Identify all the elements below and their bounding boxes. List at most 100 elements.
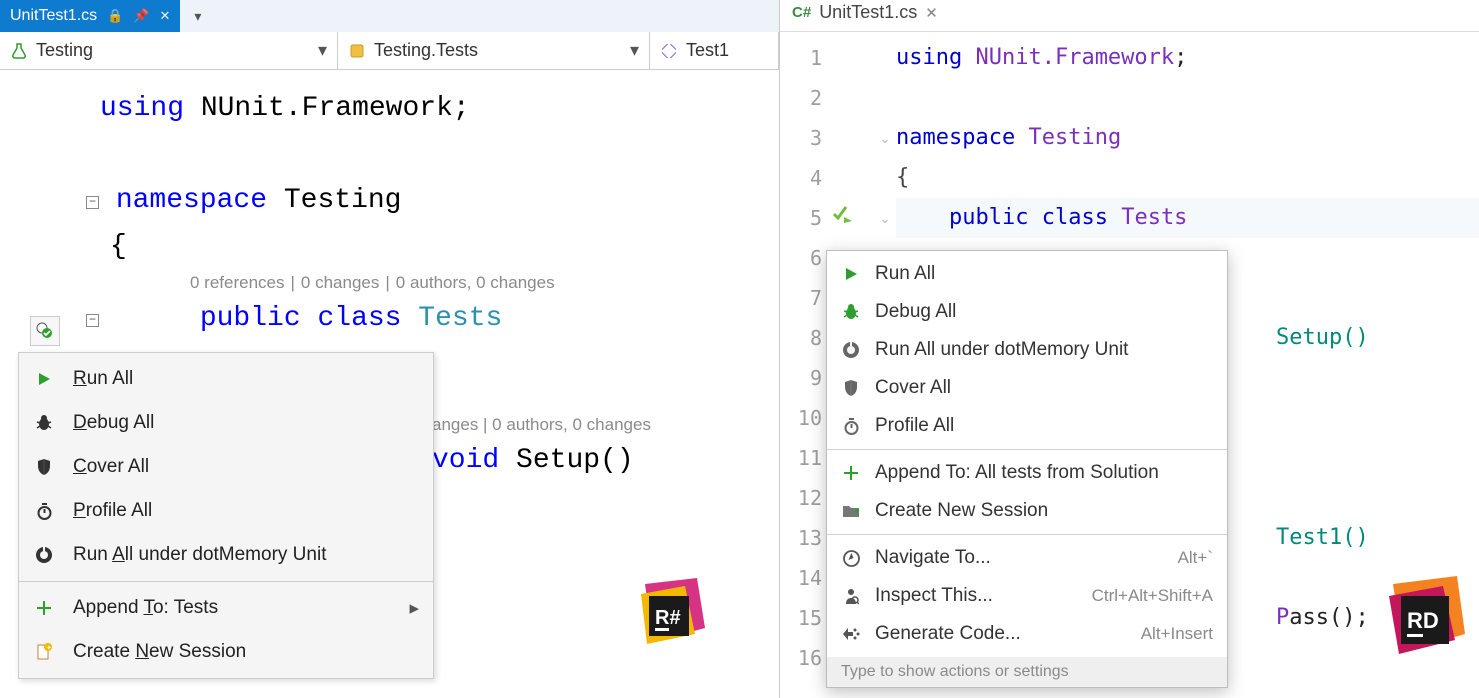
class-icon bbox=[348, 42, 366, 60]
identifier: Testing bbox=[284, 185, 402, 216]
line-number: 4 bbox=[780, 158, 822, 198]
identifier: Framework bbox=[302, 93, 453, 124]
fold-toggle[interactable]: − bbox=[86, 196, 99, 209]
method-icon bbox=[660, 42, 678, 60]
svg-text:R#: R# bbox=[655, 607, 681, 629]
gen-icon bbox=[841, 626, 861, 642]
line-number: 14 bbox=[780, 558, 822, 598]
plus-icon bbox=[33, 600, 55, 616]
menu-item-label: Append To: All tests from Solution bbox=[875, 462, 1159, 484]
menu-item[interactable]: Run All bbox=[19, 357, 433, 401]
popup-hint: Type to show actions or settings bbox=[827, 657, 1227, 687]
shield-icon bbox=[841, 379, 861, 397]
breadcrumb-project[interactable]: Testing ▾ bbox=[0, 32, 338, 69]
breadcrumb-class[interactable]: Testing.Tests ▾ bbox=[338, 32, 650, 69]
folder-icon bbox=[841, 503, 861, 519]
menu-item[interactable]: Profile All bbox=[827, 407, 1227, 445]
tab-active[interactable]: UnitTest1.cs 🔒 📌 ✕ bbox=[0, 0, 180, 32]
fold-toggle[interactable]: − bbox=[86, 314, 99, 327]
line-number: 11 bbox=[780, 438, 822, 478]
menu-item[interactable]: Run All under dotMemory Unit bbox=[827, 331, 1227, 369]
line-number: 13 bbox=[780, 518, 822, 558]
inspect-icon bbox=[841, 587, 861, 605]
fold-toggle[interactable]: ⌄ bbox=[874, 118, 896, 158]
lock-icon: 🔒 bbox=[107, 8, 123, 24]
keyboard-shortcut: Ctrl+Alt+Shift+A bbox=[1092, 586, 1213, 606]
menu-item-label: Run All bbox=[73, 368, 133, 390]
identifier: NUnit bbox=[201, 93, 285, 124]
tab-overflow[interactable]: ▾ bbox=[180, 0, 215, 32]
keyword: namespace bbox=[116, 185, 267, 216]
line-number: 6 bbox=[780, 238, 822, 278]
test-context-menu: Run All Debug All Cover All Profile All Run … bbox=[18, 352, 434, 679]
line-number: 12 bbox=[780, 478, 822, 518]
test-run-icon[interactable] bbox=[832, 198, 854, 238]
menu-item-label: Profile All bbox=[73, 500, 152, 522]
menu-item[interactable]: Cover All bbox=[827, 369, 1227, 407]
tab-bar: C# UnitTest1.cs ✕ bbox=[780, 0, 1479, 32]
action-popup: Run All Debug All Run All under dotMemory … bbox=[826, 250, 1228, 688]
bug-icon bbox=[33, 414, 55, 432]
menu-item[interactable]: Navigate To...Alt+` bbox=[827, 539, 1227, 577]
menu-item-label: Run All bbox=[875, 263, 935, 285]
resharper-logo: R# bbox=[635, 576, 707, 648]
fold-toggle[interactable]: ⌄ bbox=[874, 198, 896, 238]
menu-item[interactable]: Profile All bbox=[19, 489, 433, 533]
keyword: public bbox=[200, 303, 301, 334]
pin-icon[interactable]: 📌 bbox=[133, 8, 149, 24]
close-icon[interactable]: ✕ bbox=[160, 8, 171, 24]
play-icon bbox=[33, 371, 55, 387]
line-number: 1 bbox=[780, 38, 822, 78]
newdoc-icon: ✦ bbox=[33, 643, 55, 661]
menu-item[interactable]: Cover All bbox=[19, 445, 433, 489]
shield-icon bbox=[33, 458, 55, 476]
play-icon bbox=[841, 266, 861, 282]
line-number: 5 bbox=[780, 198, 822, 238]
close-icon[interactable]: ✕ bbox=[925, 4, 938, 22]
menu-item[interactable]: Run All bbox=[827, 255, 1227, 293]
line-number: 9 bbox=[780, 358, 822, 398]
breadcrumb-member[interactable]: Test1 bbox=[650, 32, 779, 69]
tab-active[interactable]: C# UnitTest1.cs ✕ bbox=[780, 0, 950, 31]
menu-item[interactable]: Create New Session bbox=[827, 492, 1227, 530]
menu-item[interactable]: Append To: Tests▸ bbox=[19, 586, 433, 630]
menu-item[interactable]: Run All under dotMemory Unit bbox=[19, 533, 433, 577]
menu-item-label: Run All under dotMemory Unit bbox=[875, 339, 1128, 361]
line-number: 15 bbox=[780, 598, 822, 638]
csharp-file-icon: C# bbox=[792, 4, 811, 21]
breadcrumb-label: Test1 bbox=[686, 40, 729, 61]
menu-item-label: Profile All bbox=[875, 415, 954, 437]
timer-icon bbox=[33, 502, 55, 520]
menu-item-label: Debug All bbox=[73, 412, 154, 434]
visual-studio-pane: UnitTest1.cs 🔒 📌 ✕ ▾ Testing ▾ Testing.T… bbox=[0, 0, 780, 698]
tab-label: UnitTest1.cs bbox=[819, 2, 917, 23]
rider-logo: RD bbox=[1385, 574, 1469, 658]
menu-item-label: Cover All bbox=[73, 456, 149, 478]
menu-item-label: Cover All bbox=[875, 377, 951, 399]
menu-item[interactable]: Debug All bbox=[19, 401, 433, 445]
codelens[interactable]: 0 references|0 changes|0 authors, 0 chan… bbox=[30, 270, 779, 296]
menu-item[interactable]: Append To: All tests from Solution bbox=[827, 454, 1227, 492]
chevron-down-icon: ▾ bbox=[194, 8, 201, 25]
keyword: void bbox=[432, 445, 499, 476]
tab-label: UnitTest1.cs bbox=[10, 7, 97, 25]
bug-icon bbox=[841, 303, 861, 321]
line-number: 10 bbox=[780, 398, 822, 438]
brace: { bbox=[110, 231, 127, 262]
line-number: 3 bbox=[780, 118, 822, 158]
plus-icon bbox=[841, 465, 861, 481]
menu-item-label: Debug All bbox=[875, 301, 956, 323]
breadcrumb-bar: Testing ▾ Testing.Tests ▾ Test1 bbox=[0, 32, 779, 70]
menu-item[interactable]: Inspect This...Ctrl+Alt+Shift+A bbox=[827, 577, 1227, 615]
test-gutter-marker[interactable] bbox=[30, 316, 60, 346]
chevron-down-icon: ▾ bbox=[318, 40, 327, 61]
dotmem-icon bbox=[33, 546, 55, 564]
menu-item[interactable]: Generate Code...Alt+Insert bbox=[827, 615, 1227, 653]
line-number: 2 bbox=[780, 78, 822, 118]
menu-item[interactable]: Debug All bbox=[827, 293, 1227, 331]
menu-item[interactable]: ✦Create New Session bbox=[19, 630, 433, 674]
menu-item-label: Generate Code... bbox=[875, 623, 1021, 645]
submenu-arrow-icon: ▸ bbox=[409, 597, 419, 620]
line-number: 16 bbox=[780, 638, 822, 678]
keyboard-shortcut: Alt+` bbox=[1178, 548, 1213, 568]
